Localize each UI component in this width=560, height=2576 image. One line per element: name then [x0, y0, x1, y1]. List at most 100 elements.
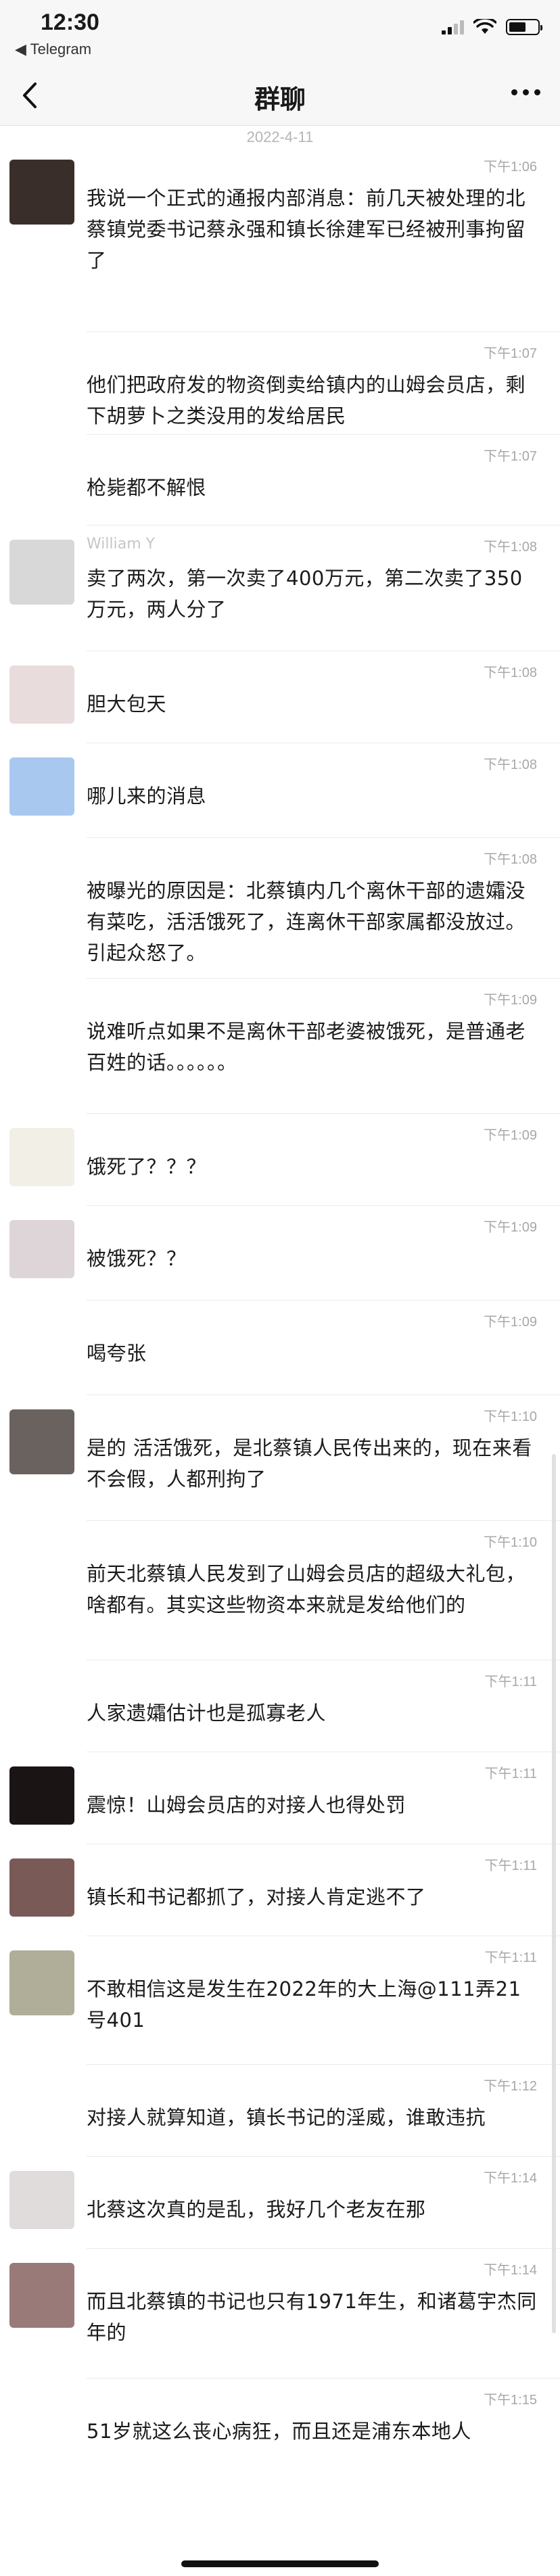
battery-icon [506, 19, 542, 35]
message-time: 下午1:12 [484, 2079, 537, 2094]
message-text: 被曝光的原因是：北蔡镇内几个离休干部的遗孀没有菜吃，活活饿死了，连离休干部家属都… [87, 879, 526, 964]
avatar[interactable] [9, 2171, 74, 2229]
message-divider [87, 2064, 560, 2065]
home-indicator [181, 2560, 379, 2567]
avatar[interactable] [9, 1220, 74, 1278]
avatar[interactable] [9, 2263, 74, 2328]
sender-name [87, 1946, 289, 1964]
message-time: 下午1:15 [484, 2393, 537, 2408]
message-text: 他们把政府发的物资倒卖给镇内的山姆会员店，剩下胡萝卜之类没用的发给居民 [87, 373, 526, 427]
message-time: 下午1:11 [484, 1766, 537, 1781]
message-time: 下午1:10 [484, 1535, 537, 1550]
message-text: 北蔡这次真的是乱，我好几个老友在那 [87, 2198, 426, 2221]
message-text: 卖了两次，第一次卖了400万元，第二次卖了350万元，两人分了 [87, 567, 523, 621]
message-time: 下午1:11 [484, 1675, 537, 1689]
message-time: 下午1:07 [484, 346, 537, 361]
message-time: 下午1:07 [484, 449, 537, 464]
sender-name [87, 1311, 289, 1328]
status-bar: 12:30 ◀ Telegram [0, 0, 560, 65]
message-text: 不敢相信这是发生在2022年的大上海@111弄21号401 [87, 1977, 521, 2032]
message-divider [87, 978, 560, 979]
sender-name [87, 156, 289, 173]
more-dots-icon[interactable] [511, 85, 542, 99]
avatar[interactable] [9, 540, 74, 605]
avatar[interactable] [9, 2393, 74, 2451]
message-text: 胆大包天 [87, 693, 167, 716]
message-text: 我说一个正式的通报内部消息：前几天被处理的北蔡镇党委书记蔡永强和镇长徐建军已经被… [87, 187, 526, 272]
message-time: 下午1:08 [484, 757, 537, 772]
message-text: 镇长和书记都抓了，对接人肯定逃不了 [87, 1886, 426, 1908]
cellular-signal-icon [442, 20, 464, 34]
message-time: 下午1:14 [484, 2263, 537, 2278]
chat-header: 群聊 [0, 65, 560, 126]
message-text: 哪儿来的消息 [87, 784, 207, 807]
avatar[interactable] [9, 993, 74, 1058]
message-text: 人家遗孀估计也是孤寡老人 [87, 1702, 327, 1725]
message-time: 下午1:09 [484, 1128, 537, 1143]
status-time: 12:30 [41, 9, 99, 35]
status-icons [442, 19, 542, 35]
message-divider [87, 1113, 560, 1114]
avatar[interactable] [9, 1128, 74, 1186]
message-text: 说难听点如果不是离休干部老婆被饿死，是普通老百姓的话。。。。。。 [87, 1020, 526, 1074]
avatar[interactable] [9, 449, 74, 507]
message-text: 对接人就算知道，镇长书记的淫威，谁敢违抗 [87, 2106, 486, 2129]
message-time: 下午1:09 [484, 1220, 537, 1235]
avatar[interactable] [9, 1950, 74, 2015]
message-time: 下午1:14 [484, 2171, 537, 2186]
message-text: 震惊！山姆会员店的对接人也得处罚 [87, 1794, 406, 1817]
scrollbar[interactable] [552, 1454, 556, 2333]
message-divider [87, 331, 560, 332]
message-time: 下午1:08 [484, 540, 537, 555]
sender-name [87, 1670, 289, 1688]
message-time: 下午1:11 [484, 1950, 537, 1965]
message-divider [87, 2378, 560, 2379]
avatar[interactable] [9, 1675, 74, 1733]
avatar[interactable] [9, 346, 74, 411]
message-time: 下午1:09 [484, 993, 537, 1008]
sender-name [87, 1854, 289, 1872]
sender-name [87, 342, 289, 360]
avatar[interactable] [9, 160, 74, 225]
avatar[interactable] [9, 665, 74, 724]
sender-name [87, 1216, 289, 1234]
message-time: 下午1:10 [484, 1409, 537, 1424]
avatar[interactable] [9, 1535, 74, 1600]
message-divider [87, 1520, 560, 1521]
message-divider [87, 1205, 560, 1206]
sender-name [87, 2167, 289, 2184]
date-separator: 2022-4-11 [246, 128, 314, 145]
sender-name: William Y [87, 536, 156, 553]
message-text: 而且北蔡镇的书记也只有1971年生，和诸葛宇杰同年的 [87, 2290, 537, 2344]
message-divider [87, 434, 560, 435]
sender-name [87, 661, 289, 679]
message-text: 是的 活活饿死，是北蔡镇人民传出来的，现在来看不会假，人都刑拘了 [87, 1436, 532, 1491]
sender-name [87, 848, 289, 866]
avatar[interactable] [9, 1409, 74, 1474]
message-divider [87, 2248, 560, 2249]
message-divider [87, 2156, 560, 2157]
message-time: 下午1:11 [484, 1858, 537, 1873]
message-text: 前天北蔡镇人民发到了山姆会员店的超级大礼包，啥都有。其实这些物资本来就是发给他们… [87, 1562, 526, 1616]
message-time: 下午1:09 [484, 1315, 537, 1330]
sender-name [87, 2389, 289, 2406]
avatar[interactable] [9, 757, 74, 816]
message-text: 被饿死？？ [87, 1247, 187, 1270]
message-time: 下午1:06 [484, 160, 537, 174]
avatar[interactable] [9, 1766, 74, 1825]
wifi-icon [473, 19, 496, 34]
message-text: 喝夸张 [87, 1342, 147, 1365]
sender-name [87, 1405, 289, 1423]
message-time: 下午1:08 [484, 665, 537, 680]
back-to-telegram-link[interactable]: ◀ Telegram [15, 41, 91, 58]
sender-name [87, 2259, 289, 2276]
avatar[interactable] [9, 1315, 74, 1373]
sender-name [87, 2075, 289, 2092]
message-text: 枪毙都不解恨 [87, 476, 207, 499]
message-time: 下午1:08 [484, 852, 537, 867]
avatar[interactable] [9, 852, 74, 917]
avatar[interactable] [9, 1858, 74, 1917]
message-text: 饿死了？？？ [87, 1155, 207, 1178]
sender-name [87, 1124, 289, 1142]
avatar[interactable] [9, 2079, 74, 2137]
